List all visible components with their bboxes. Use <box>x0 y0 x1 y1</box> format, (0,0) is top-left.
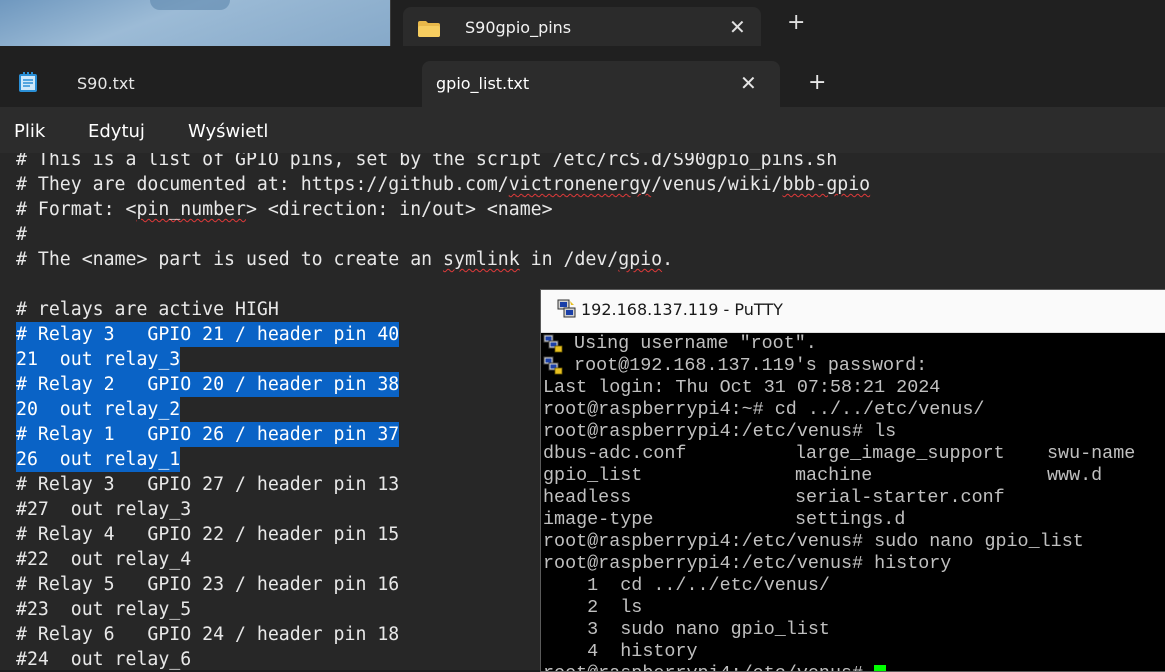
menu-plik[interactable]: Plik <box>14 121 45 142</box>
editor-line: #22 out relay_4 <box>16 549 192 570</box>
terminal-line: Last login: Thu Oct 31 07:58:21 2024 <box>543 377 940 399</box>
editor-line: 26 out relay_1 <box>16 447 181 472</box>
terminal-line: 1 cd ../../etc/venus/ <box>543 575 830 597</box>
terminal-ls-entry: machine <box>795 465 873 486</box>
tab-s90-txt[interactable]: S90.txt <box>77 74 135 93</box>
terminal-line: root@192.168.137.119's password: <box>563 355 927 377</box>
terminal-line: Using username "root". <box>563 333 817 355</box>
line-segment: in /dev/ <box>519 249 619 270</box>
terminal-line: root@raspberrypi4:~# cd ../../etc/venus/ <box>543 399 984 421</box>
plus-icon[interactable]: + <box>787 12 805 34</box>
spellcheck-word: victronenergy <box>508 174 652 195</box>
editor-line: 20 out relay_2 <box>16 397 181 422</box>
terminal[interactable]: Using username "root". root@192.168.137.… <box>541 333 1165 671</box>
terminal-cursor <box>874 664 887 671</box>
terminal-line: 3 sudo nano gpio_list <box>543 619 830 641</box>
notepad-icon <box>19 72 37 92</box>
explorer-tab-label: S90gpio_pins <box>465 18 572 37</box>
line-segment: . <box>662 249 674 270</box>
desktop-wallpaper <box>0 0 390 46</box>
editor-line: # Relay 6 GPIO 24 / header pin 18 <box>16 624 400 645</box>
spellcheck-word: bbb-gpio <box>782 174 871 195</box>
line-segment: # Format: < <box>16 199 137 220</box>
terminal-line: root@raspberrypi4:/etc/venus# ls <box>543 421 896 443</box>
terminal-ls-entry: www.d <box>1047 465 1103 486</box>
terminal-line: 4 history <box>543 641 698 663</box>
tab-gpio-list-txt[interactable]: gpio_list.txt ✕ <box>422 61 780 107</box>
spellcheck-word: gpio <box>618 249 663 270</box>
notepad-tabbar: S90.txt gpio_list.txt ✕ + <box>0 46 1165 107</box>
menu-bar: Plik Edytuj Wyświetl <box>0 107 1165 153</box>
terminal-ls-entry: headless <box>543 487 632 508</box>
terminal-text: 4 history <box>543 641 698 662</box>
line-segment: # They are documented at: https://github… <box>16 174 509 195</box>
terminal-ls-entry: dbus-adc.conf <box>543 443 687 464</box>
terminal-ls-entry: image-type <box>543 509 654 530</box>
terminal-text: root@192.168.137.119's password: <box>563 355 928 376</box>
putty-window[interactable]: 192.168.137.119 - PuTTY Using username "… <box>540 289 1165 672</box>
terminal-line: root@raspberrypi4:/etc/venus# sudo nano … <box>543 531 1084 553</box>
explorer-tab[interactable]: S90gpio_pins ✕ <box>403 7 761 46</box>
terminal-text: root@raspberrypi4:/etc/venus# sudo nano … <box>543 531 1084 552</box>
terminal-ls-entry: swu-name <box>1047 443 1136 464</box>
file-explorer-window[interactable]: S90gpio_pins ✕ + <box>390 0 1165 46</box>
putty-title: 192.168.137.119 - PuTTY <box>581 300 783 319</box>
putty-icon <box>557 299 576 318</box>
terminal-text: Last login: Thu Oct 31 07:58:21 2024 <box>543 377 941 398</box>
spellcheck-word: pin_number <box>136 199 246 220</box>
editor-line: # relays are active HIGH <box>16 299 279 320</box>
menu-edytuj[interactable]: Edytuj <box>88 121 145 142</box>
terminal-ls-entry: large_image_support <box>795 443 1005 464</box>
editor-line: # Relay 1 GPIO 26 / header pin 37 <box>16 422 400 447</box>
terminal-text: 1 cd ../../etc/venus/ <box>543 575 830 596</box>
putty-titlebar[interactable]: 192.168.137.119 - PuTTY <box>541 290 1165 333</box>
terminal-ls-entry: gpio_list <box>543 465 643 486</box>
folder-icon <box>418 21 440 37</box>
tab-label: gpio_list.txt <box>436 74 530 93</box>
terminal-text: root@raspberrypi4:/etc/venus# ls <box>543 421 897 442</box>
editor-line: #23 out relay_5 <box>16 599 192 620</box>
line-segment: /venus/wiki/ <box>651 174 783 195</box>
terminal-line: root@raspberrypi4:/etc/venus# history <box>543 553 951 575</box>
putty-key-icon <box>543 356 563 376</box>
editor-line: # This is a list of GPIO pins, set by th… <box>16 153 838 170</box>
putty-key-icon <box>543 334 563 354</box>
editor-line: #24 out relay_6 <box>16 649 192 670</box>
menu-wyswietl[interactable]: Wyświetl <box>188 121 268 142</box>
terminal-text: root@raspberrypi4:/etc/venus# history <box>543 553 952 574</box>
terminal-text: root@raspberrypi4:~# cd ../../etc/venus/ <box>543 399 985 420</box>
terminal-ls-entry: settings.d <box>795 509 906 530</box>
terminal-text: 2 ls <box>543 597 643 618</box>
editor-line: # Relay 5 GPIO 23 / header pin 16 <box>16 574 400 595</box>
editor-line: # Relay 4 GPIO 22 / header pin 15 <box>16 524 400 545</box>
spellcheck-word: symlink <box>443 249 520 270</box>
editor-line: # Relay 3 GPIO 21 / header pin 40 <box>16 322 400 347</box>
plus-icon[interactable]: + <box>808 72 826 94</box>
editor-line: # They are documented at: https://github… <box>16 172 870 197</box>
terminal-line: 2 ls <box>543 597 642 619</box>
line-segment: > <direction: in/out> <name> <box>245 199 553 220</box>
editor-line: #27 out relay_3 <box>16 499 192 520</box>
terminal-text: Using username "root". <box>563 333 817 354</box>
editor-line: # Relay 3 GPIO 27 / header pin 13 <box>16 474 400 495</box>
terminal-ls-entry: serial-starter.conf <box>795 487 1005 508</box>
close-icon[interactable]: ✕ <box>740 71 757 95</box>
editor-line: # <box>16 224 27 245</box>
editor-line: 21 out relay_3 <box>16 347 181 372</box>
terminal-text: 3 sudo nano gpio_list <box>543 619 830 640</box>
editor-line: # Relay 2 GPIO 20 / header pin 38 <box>16 372 400 397</box>
editor-line: # The <name> part is used to create an s… <box>16 247 673 272</box>
line-segment: # The <name> part is used to create an <box>16 249 444 270</box>
close-icon[interactable]: ✕ <box>729 15 746 39</box>
editor-line: # Format: <pin_number> <direction: in/ou… <box>16 197 553 222</box>
